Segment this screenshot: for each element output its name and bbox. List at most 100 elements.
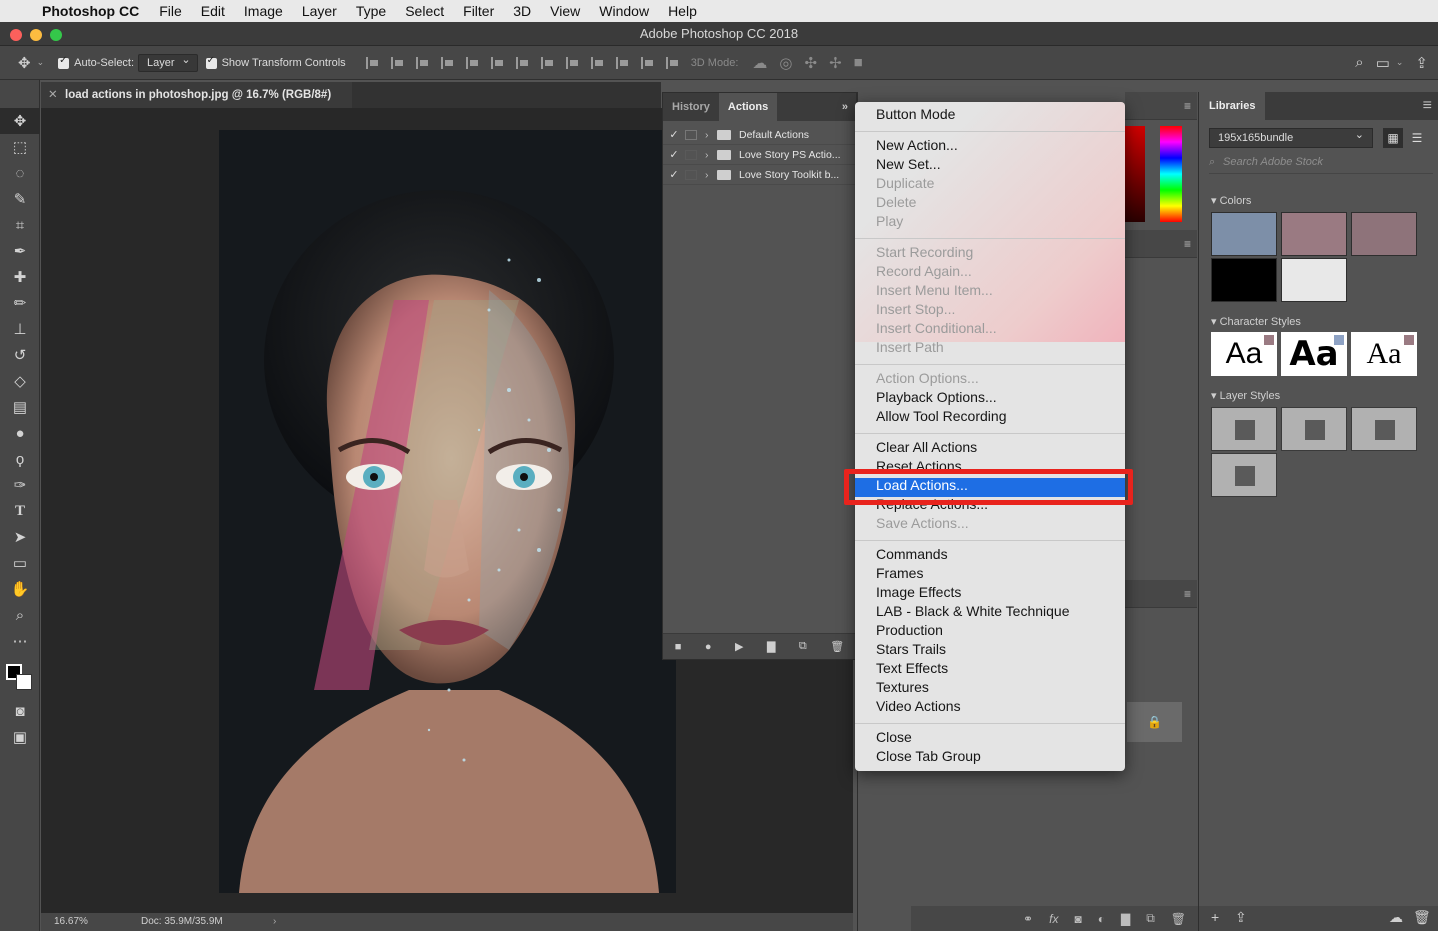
path-select-tool-icon[interactable]: ➤ [0, 524, 40, 550]
move-tool-preset-icon[interactable]: ✥ [18, 54, 31, 72]
collapse-panel-icon[interactable]: » [842, 93, 856, 121]
minimize-window-button[interactable] [30, 29, 42, 41]
menu-view[interactable]: View [550, 3, 580, 19]
menu-item-production[interactable]: Production [876, 621, 943, 640]
3d-roll-icon[interactable]: ◎ [779, 54, 792, 72]
action-enable-check-icon[interactable]: ✓ [663, 128, 685, 141]
menu-image[interactable]: Image [244, 3, 283, 19]
play-icon[interactable]: ▶ [735, 640, 743, 653]
menu-help[interactable]: Help [668, 3, 697, 19]
distribute-vcenter-icon[interactable] [540, 56, 554, 69]
color-panel-menu-icon[interactable]: ≡ [1125, 92, 1197, 120]
auto-select-checkbox[interactable] [58, 55, 70, 69]
stamp-tool-icon[interactable]: ⊥ [0, 316, 40, 342]
close-window-button[interactable] [10, 29, 22, 41]
menu-layer[interactable]: Layer [302, 3, 337, 19]
menu-item-lab-bw-technique[interactable]: LAB - Black & White Technique [876, 602, 1070, 621]
action-set-row[interactable]: ✓ › Default Actions [663, 125, 856, 145]
lasso-tool-icon[interactable]: ◌ [0, 160, 40, 186]
upload-icon[interactable]: ⇪ [1235, 909, 1247, 926]
menu-window[interactable]: Window [599, 3, 649, 19]
menu-item-allow-tool-recording[interactable]: Allow Tool Recording [876, 407, 1006, 426]
menu-item-textures[interactable]: Textures [876, 678, 929, 697]
healing-brush-tool-icon[interactable]: ✚ [0, 264, 40, 290]
show-transform-checkbox[interactable] [205, 55, 217, 69]
color-swatches[interactable] [0, 654, 39, 698]
align-bottom-icon[interactable] [415, 56, 429, 69]
portrait-photo[interactable] [219, 130, 676, 893]
document-tab[interactable]: ✕ load actions in photoshop.jpg @ 16.7% … [41, 82, 352, 108]
status-arrow-icon[interactable]: › [273, 913, 276, 931]
menu-file[interactable]: File [159, 3, 182, 19]
layer-style-thumb[interactable] [1211, 407, 1277, 451]
eyedropper-tool-icon[interactable]: ✒ [0, 238, 40, 264]
character-style-thumb[interactable]: Aa [1211, 332, 1277, 376]
menu-type[interactable]: Type [356, 3, 386, 19]
link-layers-icon[interactable]: ⚭ [1023, 912, 1033, 926]
library-color-swatch[interactable] [1281, 212, 1347, 256]
lock-icon[interactable]: 🔒 [1127, 702, 1182, 742]
zoom-window-button[interactable] [50, 29, 62, 41]
library-color-swatch[interactable] [1351, 212, 1417, 256]
menu-item-video-actions[interactable]: Video Actions [876, 697, 961, 716]
eraser-tool-icon[interactable]: ◇ [0, 368, 40, 394]
adjustment-layer-icon[interactable]: ◐ [1098, 912, 1105, 926]
hand-tool-icon[interactable]: ✋ [0, 576, 40, 602]
zoom-tool-icon[interactable]: ⌕ [0, 602, 40, 628]
gradient-tool-icon[interactable]: ▤ [0, 394, 40, 420]
distribute-bottom-icon[interactable] [565, 56, 579, 69]
3d-pan-icon[interactable]: ✣ [804, 54, 817, 72]
action-set-row[interactable]: ✓ › Love Story Toolkit b... [663, 165, 856, 185]
zoom-level[interactable]: 16.67% [54, 913, 88, 931]
dodge-tool-icon[interactable]: ϙ [0, 446, 40, 472]
grid-view-icon[interactable]: ▦ [1383, 128, 1403, 148]
align-top-icon[interactable] [365, 56, 379, 69]
history-brush-tool-icon[interactable]: ↺ [0, 342, 40, 368]
color-field[interactable] [1125, 126, 1145, 222]
distribute-right-icon[interactable] [640, 56, 654, 69]
workspace-chevron-icon[interactable]: ⌄ [1396, 57, 1404, 68]
expand-set-icon[interactable]: › [705, 169, 717, 181]
menu-item-stars-trails[interactable]: Stars Trails [876, 640, 946, 659]
brush-tool-icon[interactable]: ✏ [0, 290, 40, 316]
menu-item-close-tab-group[interactable]: Close Tab Group [876, 747, 981, 766]
crop-tool-icon[interactable]: ⌗ [0, 212, 40, 238]
align-left-icon[interactable] [440, 56, 454, 69]
more-tools-icon[interactable]: ⋯ [0, 628, 40, 654]
library-dropdown[interactable]: 195x165bundle [1209, 126, 1373, 148]
list-view-icon[interactable]: ☰ [1407, 128, 1427, 148]
layers-panel-menu-icon[interactable]: ≡ [1125, 580, 1197, 608]
distribute-left-icon[interactable] [590, 56, 604, 69]
adjustments-panel-menu-icon[interactable]: ≡ [1125, 230, 1197, 258]
character-styles-section-label[interactable]: Character Styles [1211, 315, 1301, 328]
expand-set-icon[interactable]: › [705, 149, 717, 161]
background-color-swatch[interactable] [16, 674, 32, 690]
library-color-swatch[interactable] [1211, 212, 1277, 256]
tab-libraries[interactable]: Libraries [1199, 92, 1266, 120]
library-color-swatch[interactable] [1281, 258, 1347, 302]
tab-actions[interactable]: Actions [718, 93, 778, 121]
action-set-row[interactable]: ✓ › Love Story PS Actio... [663, 145, 856, 165]
screen-mode-icon[interactable]: ▣ [0, 724, 40, 750]
new-set-folder-icon[interactable]: ▇ [767, 640, 775, 653]
close-document-icon[interactable]: ✕ [48, 82, 58, 108]
type-tool-icon[interactable]: T [0, 498, 40, 524]
expand-set-icon[interactable]: › [705, 129, 717, 141]
layer-style-thumb[interactable] [1351, 407, 1417, 451]
dialog-toggle-icon[interactable] [685, 129, 697, 140]
new-layer-icon[interactable]: ⧉ [1146, 911, 1155, 926]
workspace-icon[interactable]: ▭ [1376, 54, 1390, 72]
move-tool-icon[interactable]: ✥ [0, 108, 40, 134]
menu-edit[interactable]: Edit [201, 3, 225, 19]
menu-select[interactable]: Select [405, 3, 444, 19]
fx-icon[interactable]: fx [1049, 912, 1058, 926]
share-icon[interactable]: ⇪ [1415, 54, 1428, 72]
new-action-icon[interactable]: ⧉ [799, 640, 807, 653]
delete-action-icon[interactable]: 🗑 [830, 640, 844, 653]
align-vcenter-icon[interactable] [390, 56, 404, 69]
dialog-toggle-icon[interactable] [685, 149, 697, 160]
pen-tool-icon[interactable]: ✑ [0, 472, 40, 498]
3d-orbit-icon[interactable]: ☁ [752, 54, 767, 72]
layer-styles-section-label[interactable]: Layer Styles [1211, 389, 1281, 402]
delete-library-item-icon[interactable]: 🗑 [1413, 909, 1431, 926]
